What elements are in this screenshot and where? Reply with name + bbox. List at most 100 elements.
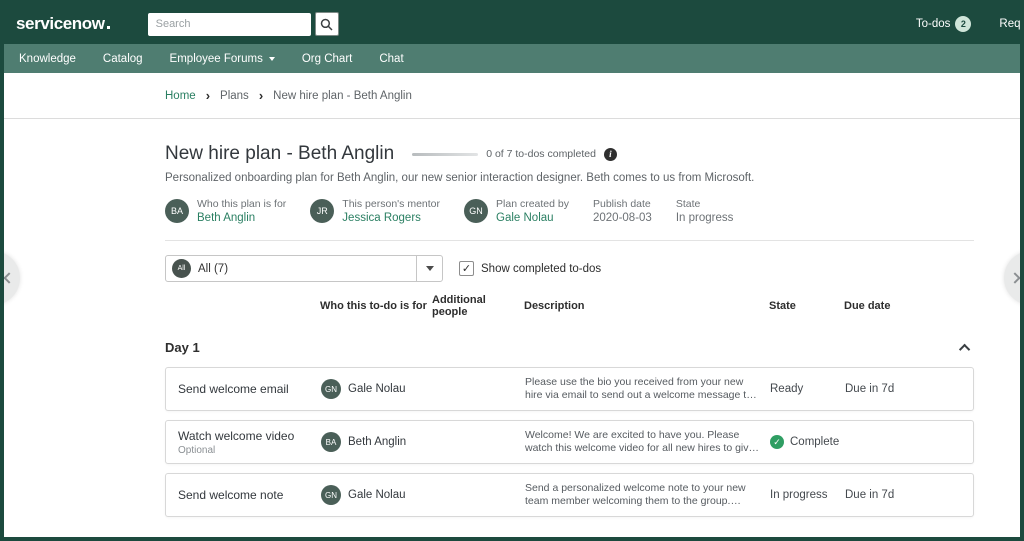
nav-label: Chat [379,52,404,65]
meta-label: Publish date [592,198,651,210]
todo-name: Send welcome email [178,382,289,396]
meta-label: Plan created by [496,198,569,210]
nav-label: Catalog [102,52,143,65]
optional-label: Optional [178,444,216,456]
chevron-right-icon: › [258,88,264,103]
show-completed-checkbox[interactable]: ✓ [459,261,474,276]
nav-item-catalog[interactable]: Catalog [103,53,143,65]
breadcrumb-plans[interactable]: Plans [220,90,249,102]
avatar: GN [321,485,341,505]
todo-assignee: GN Gale Nolau [321,379,433,399]
avatar: BA [165,199,189,223]
todo-table-header: Who this to-do is for Additional people … [165,294,974,318]
avatar: BA [321,432,341,452]
meta-value-link[interactable]: Jessica Rogers [342,212,440,224]
check-icon: ✓ [461,263,472,275]
todo-description: Welcome! We are excited to have you. Ple… [525,429,755,454]
todo-due-date: Due in 7d [845,383,895,395]
nav-item-employee-forums[interactable]: Employee Forums [170,53,275,65]
chevron-right-icon [1009,272,1020,284]
nav-label: Knowledge [19,52,76,65]
show-completed-row: ✓ Show completed to-dos [459,261,601,276]
column-header-description: Description [524,300,585,312]
breadcrumb-home[interactable]: Home [165,90,196,102]
main-content: New hire plan - Beth Anglin 0 of 7 to-do… [4,119,1020,541]
nav-item-org-chart[interactable]: Org Chart [302,53,353,65]
todo-assignee: BA Beth Anglin [321,432,433,452]
todo-state: Ready [770,383,845,395]
page-title: New hire plan - Beth Anglin [165,143,395,164]
plan-meta-row: BA Who this plan is for Beth Anglin JR T… [165,198,974,241]
filter-selected-value: All (7) [198,262,229,275]
checkbox-label[interactable]: Show completed to-dos [481,263,601,275]
breadcrumb-current: New hire plan - Beth Anglin [273,89,412,102]
search-button[interactable] [314,12,339,36]
meta-value: In progress [675,212,734,224]
search-input[interactable] [147,12,311,36]
column-header-state: State [769,300,796,312]
search-bar [147,12,339,36]
todos-count-badge: 2 [955,16,972,32]
chevron-down-icon[interactable] [962,537,973,541]
todo-assignee: GN Gale Nolau [321,485,433,505]
todo-state: In progress [770,489,845,501]
meta-label: Who this plan is for [197,198,287,210]
breadcrumb: Home › Plans › New hire plan - Beth Angl… [4,73,1020,119]
info-icon[interactable]: i [603,147,617,161]
avatar: GN [321,379,341,399]
state-text: Ready [770,383,804,395]
top-bar: servicenow To-dos 2 Requests [4,4,1020,44]
todo-name: Watch welcome video [178,428,295,443]
progress-indicator: 0 of 7 to-dos completed i [412,147,617,161]
section-header-day1[interactable]: Day 1 [165,340,974,355]
nav-item-chat[interactable]: Chat [379,53,403,65]
progress-bar [412,152,479,156]
state-text: Complete [790,436,840,448]
meta-state: State In progress [676,198,734,224]
search-icon [320,18,333,31]
todo-filter-select[interactable]: All All (7) [165,255,443,282]
meta-label: State [675,198,701,210]
meta-value-link[interactable]: Beth Anglin [197,212,286,224]
assignee-name: Beth Anglin [348,436,407,448]
column-header-who: Who this to-do is for [320,300,427,312]
chevron-down-icon [268,56,275,61]
select-caret-button[interactable] [416,256,442,281]
meta-publish-date: Publish date 2020-08-03 [593,198,652,224]
todos-link[interactable]: To-dos 2 [916,16,972,32]
meta-value: 2020-08-03 [592,212,652,224]
todo-card-send-welcome-note[interactable]: Send welcome note GN Gale Nolau Send a p… [165,473,974,517]
plan-description: Personalized onboarding plan for Beth An… [165,172,755,184]
chevron-right-icon: › [205,88,211,103]
chevron-down-icon [425,266,434,271]
section-header-week1[interactable]: Week 1 [165,537,974,541]
todo-card-send-welcome-email[interactable]: Send welcome email GN Gale Nolau Please … [165,367,974,411]
todo-description: Send a personalized welcome note to your… [525,482,746,507]
column-header-additional: Additional people [432,294,486,318]
nav-label: Org Chart [301,52,353,65]
complete-check-icon: ✓ [770,435,784,449]
servicenow-logo[interactable]: servicenow [16,14,110,34]
top-bar-right: To-dos 2 Requests [916,4,1020,44]
filter-row: All All (7) ✓ Show completed to-dos [165,255,974,282]
nav-label: Employee Forums [169,52,263,65]
todo-state: ✓ Complete [770,435,845,449]
requests-link[interactable]: Requests [999,18,1020,30]
todos-label: To-dos [915,18,951,30]
nav-item-knowledge[interactable]: Knowledge [19,53,76,65]
todo-description: Please use the bio you received from you… [525,376,753,401]
section-title: Day 1 [165,340,200,355]
filter-badge: All [172,259,191,278]
avatar: GN [464,199,489,223]
chevron-up-icon[interactable] [958,343,971,355]
todo-card-watch-welcome-video[interactable]: Watch welcome video Optional BA Beth Ang… [165,420,974,464]
todo-name: Send welcome note [178,488,284,502]
state-text: In progress [770,489,828,501]
meta-value-link[interactable]: Gale Nolau [496,212,569,224]
page-frame: servicenow To-dos 2 Requests Knowledge [0,0,1024,541]
meta-mentor: JR This person's mentor Jessica Rogers [310,198,440,224]
assignee-name: Gale Nolau [348,489,406,501]
todo-due-date: Due in 7d [845,489,895,501]
title-row: New hire plan - Beth Anglin 0 of 7 to-do… [165,143,974,165]
meta-label: This person's mentor [342,198,441,210]
